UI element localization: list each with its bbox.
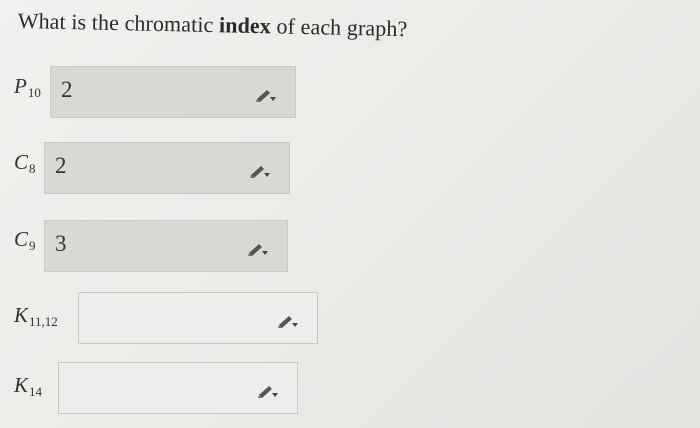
graph-label-k14: K14 [14,373,43,399]
pencil-icon[interactable] [277,313,299,329]
question-text: What is the chromatic index of each grap… [17,8,407,42]
pencil-icon[interactable] [247,241,269,257]
answer-field-k11-12[interactable] [78,292,318,344]
answer-value-p10: 2 [61,77,73,102]
answer-row-k11-12: K11,12 [14,303,58,330]
answer-field-p10[interactable]: 2 [50,66,296,118]
question-text-bold: index [218,12,272,39]
answer-value-c9: 3 [55,231,67,256]
question-text-end: of each graph? [276,13,408,42]
pencil-icon[interactable] [249,163,271,179]
answer-row-c8: C8 [14,150,36,177]
pencil-icon[interactable] [255,87,277,103]
graph-label-c9: C9 [14,227,36,253]
answer-value-c8: 2 [55,153,67,178]
graph-label-p10: P10 [14,74,41,100]
answer-field-k14[interactable] [58,362,298,414]
question-text-start: What is the chromatic [17,8,214,38]
answer-row-k14: K14 [14,373,42,400]
graph-label-k11-12: K11,12 [14,303,58,329]
answer-field-c9[interactable]: 3 [44,220,288,272]
answer-field-c8[interactable]: 2 [44,142,290,194]
answer-row-c9: C9 [14,227,36,254]
pencil-icon[interactable] [257,383,279,399]
answer-row-p10: P10 [14,74,41,101]
graph-label-c8: C8 [14,150,36,176]
